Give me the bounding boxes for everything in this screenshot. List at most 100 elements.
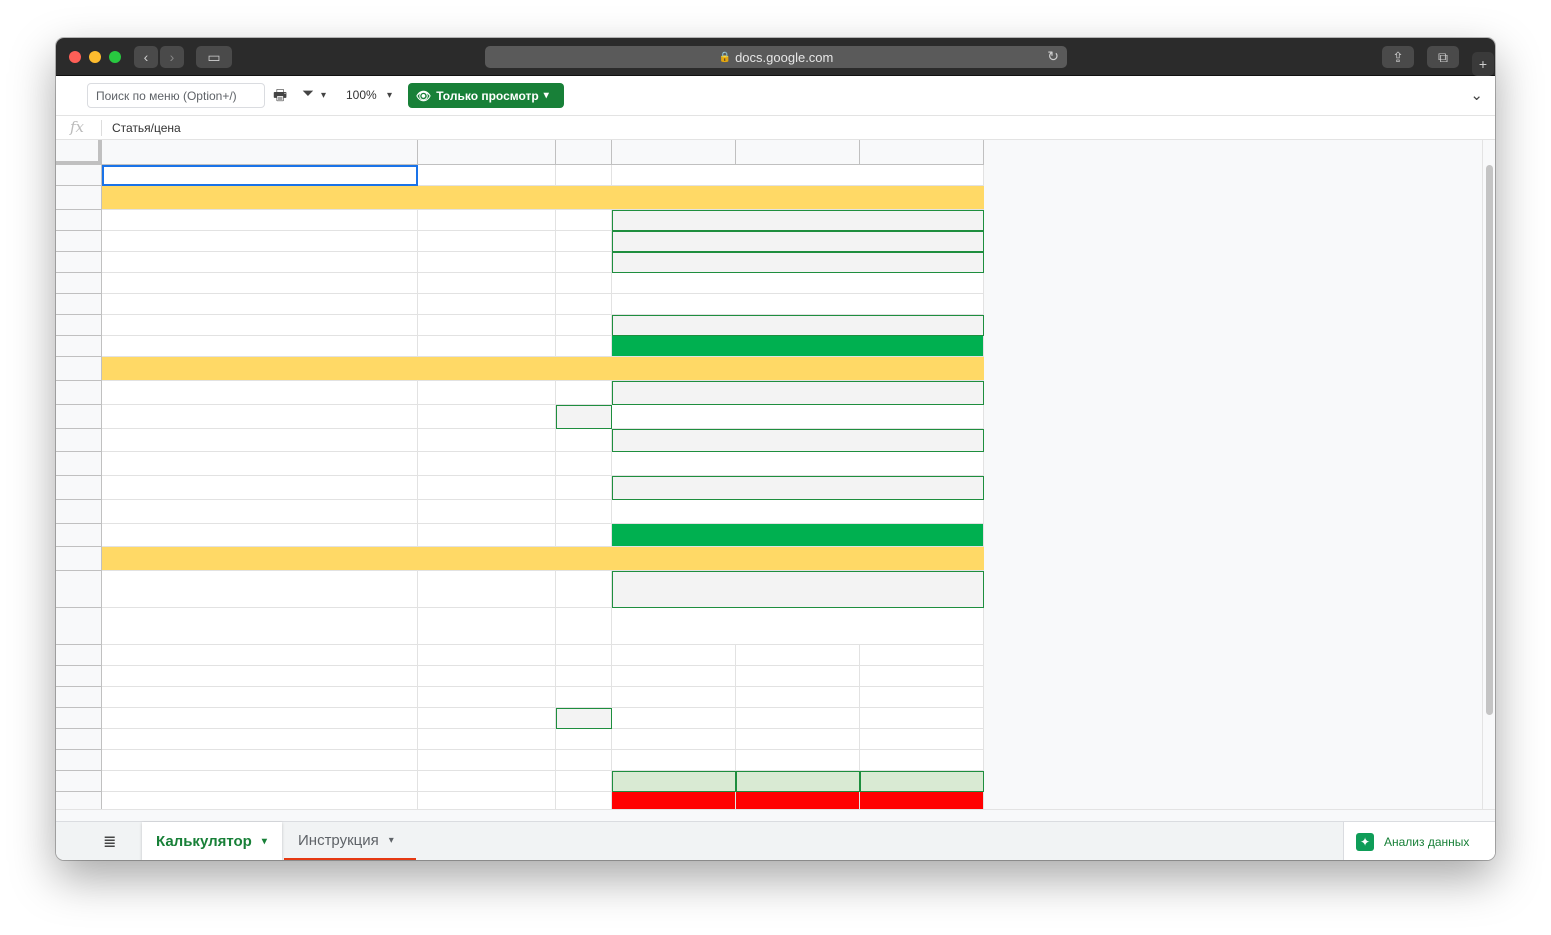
row-header[interactable] [56, 165, 102, 186]
cell-value[interactable] [612, 771, 736, 792]
cell-unit[interactable] [418, 294, 556, 315]
row-header[interactable] [56, 294, 102, 315]
spreadsheet-grid[interactable] [56, 140, 1482, 809]
cell-value[interactable] [612, 750, 736, 771]
cell-value[interactable] [860, 771, 984, 792]
chevron-down-icon[interactable]: ▾ [262, 836, 267, 847]
reload-icon[interactable]: ↻ [1047, 48, 1059, 65]
cell-value[interactable] [612, 429, 984, 452]
cell-label[interactable] [102, 252, 418, 273]
tabs-overview-button[interactable]: ⧉ [1427, 46, 1459, 68]
cell-value[interactable] [736, 708, 860, 729]
menu-search-input[interactable]: Поиск по меню (Option+/) [87, 83, 265, 108]
cell-value[interactable] [736, 729, 860, 750]
cell-unit[interactable] [418, 750, 556, 771]
sidebar-button[interactable]: ▭ [196, 46, 232, 68]
sheet-tab-instruction[interactable]: Инструкция ▾ [284, 822, 416, 860]
cell-c[interactable] [556, 231, 612, 252]
cell-label[interactable] [102, 336, 418, 357]
cell-value[interactable] [860, 729, 984, 750]
vertical-scroll-thumb[interactable] [1486, 165, 1493, 715]
row-header[interactable] [56, 666, 102, 687]
sheet-tab-calculator[interactable]: Калькулятор ▾ [142, 822, 282, 860]
cell-unit[interactable] [418, 315, 556, 336]
cell-label[interactable] [102, 571, 418, 608]
formula-value[interactable]: Статья/цена [112, 121, 181, 135]
cell-value[interactable] [612, 687, 736, 708]
cell-label[interactable] [102, 608, 418, 645]
cell-verdict[interactable] [736, 792, 860, 809]
cell-label[interactable] [102, 645, 418, 666]
address-bar[interactable]: 🔒 docs.google.com ↻ [485, 46, 1067, 68]
cell-unit[interactable] [418, 771, 556, 792]
cell-empty[interactable] [418, 792, 556, 809]
cell-label[interactable] [102, 381, 418, 405]
cell-c[interactable] [556, 571, 612, 608]
cell-label[interactable] [102, 729, 418, 750]
cell-unit[interactable] [418, 524, 556, 547]
cell-unit[interactable] [418, 645, 556, 666]
cell-unit[interactable] [418, 429, 556, 452]
row-header[interactable] [56, 429, 102, 452]
back-button[interactable]: ‹ [134, 46, 158, 68]
row-header[interactable] [56, 608, 102, 645]
cell-c[interactable] [556, 165, 612, 186]
cell-c[interactable] [556, 771, 612, 792]
zoom-caret-icon[interactable]: ▾ [387, 90, 392, 101]
cell-value[interactable] [736, 771, 860, 792]
cell-label[interactable] [102, 315, 418, 336]
cell-value[interactable] [612, 381, 984, 405]
row-header[interactable] [56, 771, 102, 792]
row-header[interactable] [56, 524, 102, 547]
cell-unit[interactable] [418, 273, 556, 294]
cell-unit[interactable] [418, 666, 556, 687]
section-heading[interactable] [102, 357, 984, 381]
cell-c[interactable] [556, 524, 612, 547]
cell-label[interactable] [102, 708, 418, 729]
cell-unit[interactable] [418, 729, 556, 750]
row-header[interactable] [56, 210, 102, 231]
cell-unit[interactable] [418, 608, 556, 645]
cell-value[interactable] [612, 336, 984, 357]
select-all-corner[interactable] [56, 140, 102, 165]
cell-label[interactable] [102, 165, 418, 186]
filter-caret-icon[interactable]: ▾ [321, 90, 326, 101]
cell-c[interactable] [556, 336, 612, 357]
cell-c[interactable] [556, 608, 612, 645]
cell-c[interactable] [556, 687, 612, 708]
cell-unit[interactable] [418, 405, 556, 429]
cell-value[interactable] [612, 500, 984, 524]
cell-value[interactable] [612, 252, 984, 273]
chevron-down-icon[interactable]: ▾ [389, 835, 394, 846]
cell-c[interactable] [556, 452, 612, 476]
cell-label[interactable] [102, 452, 418, 476]
cell-value[interactable] [612, 273, 984, 294]
row-header[interactable] [56, 231, 102, 252]
cell-label[interactable] [102, 500, 418, 524]
cell-empty[interactable] [556, 792, 612, 809]
cell-value[interactable] [612, 708, 736, 729]
row-header[interactable] [56, 381, 102, 405]
cell-value[interactable] [612, 165, 984, 186]
cell-value[interactable] [860, 645, 984, 666]
zoom-select[interactable]: 100% [346, 88, 377, 102]
cell-c[interactable] [556, 252, 612, 273]
cell-verdict[interactable] [860, 792, 984, 809]
cell-unit[interactable] [418, 571, 556, 608]
print-icon[interactable]: 🖶 [273, 85, 287, 110]
cell-label[interactable] [102, 231, 418, 252]
cell-value[interactable] [612, 452, 984, 476]
cell-unit[interactable] [418, 336, 556, 357]
cell-value[interactable] [860, 750, 984, 771]
cell-c[interactable] [556, 729, 612, 750]
cell-value[interactable] [612, 666, 736, 687]
column-header-e[interactable] [736, 140, 860, 165]
cell-value[interactable] [736, 750, 860, 771]
collapse-toolbar-icon[interactable]: ⌄ [1470, 86, 1483, 104]
cell-value[interactable] [612, 294, 984, 315]
all-sheets-icon[interactable]: ≣ [103, 832, 116, 852]
new-tab-button[interactable]: + [1472, 52, 1494, 76]
cell-label[interactable] [102, 210, 418, 231]
cell-label[interactable] [102, 405, 418, 429]
cell-unit[interactable] [418, 252, 556, 273]
